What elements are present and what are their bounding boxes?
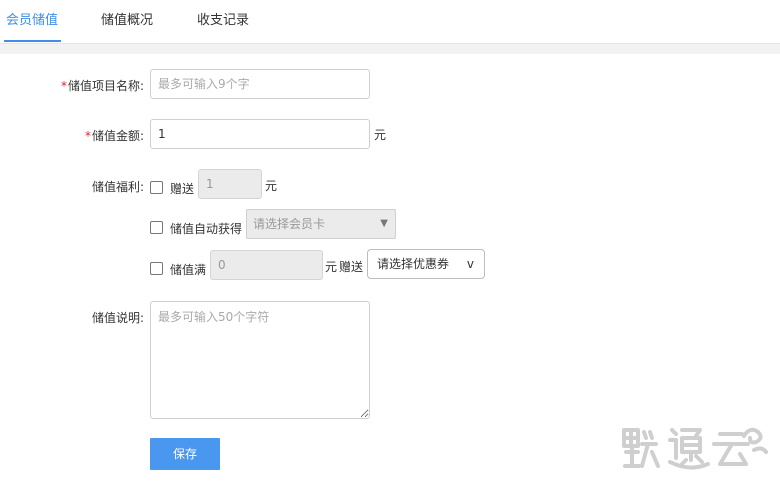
benefits-label: 储值福利:	[91, 180, 144, 194]
item-name-input[interactable]	[150, 69, 370, 99]
member-card-select[interactable]: 请选择会员卡 ▼	[246, 209, 396, 239]
tab-member-recharge[interactable]: 会员储值	[6, 9, 58, 28]
coupon-select-value: 请选择优惠券	[377, 257, 450, 271]
threshold-label: 储值满	[170, 263, 207, 277]
save-button[interactable]: 保存	[150, 438, 220, 470]
auto-card-label: 储值自动获得	[170, 222, 243, 236]
gift-label: 赠送	[170, 182, 195, 196]
gift-amount-input[interactable]	[198, 169, 262, 199]
gift-checkbox[interactable]	[150, 181, 163, 194]
amount-input[interactable]	[150, 119, 370, 149]
coupon-select[interactable]: 请选择优惠券 v	[367, 249, 485, 279]
chevron-down-icon: ▼	[380, 218, 388, 229]
threshold-checkbox[interactable]	[150, 262, 163, 275]
tab-income-expense-records[interactable]: 收支记录	[197, 9, 249, 28]
description-textarea[interactable]	[150, 301, 370, 419]
item-name-label: *储值项目名称:	[60, 79, 144, 93]
member-card-select-value: 请选择会员卡	[253, 217, 326, 231]
amount-label: *储值金额:	[84, 129, 144, 143]
chevron-down-icon: v	[466, 257, 474, 271]
auto-card-checkbox[interactable]	[150, 221, 163, 234]
section-separator	[0, 44, 780, 54]
gift-unit: 元	[265, 179, 278, 193]
tab-bar: 会员储值 储值概况 收支记录	[0, 0, 780, 44]
threshold-unit: 元	[325, 260, 338, 274]
tab-recharge-overview[interactable]: 储值概况	[101, 9, 153, 28]
threshold-gift-label: 赠送	[339, 260, 364, 274]
threshold-amount-input[interactable]	[210, 250, 323, 280]
active-tab-indicator	[4, 40, 61, 42]
required-mark: *	[84, 129, 91, 143]
amount-unit: 元	[374, 128, 387, 142]
required-mark: *	[60, 79, 67, 93]
description-label: 储值说明:	[91, 311, 144, 325]
logo-watermark	[622, 427, 768, 470]
